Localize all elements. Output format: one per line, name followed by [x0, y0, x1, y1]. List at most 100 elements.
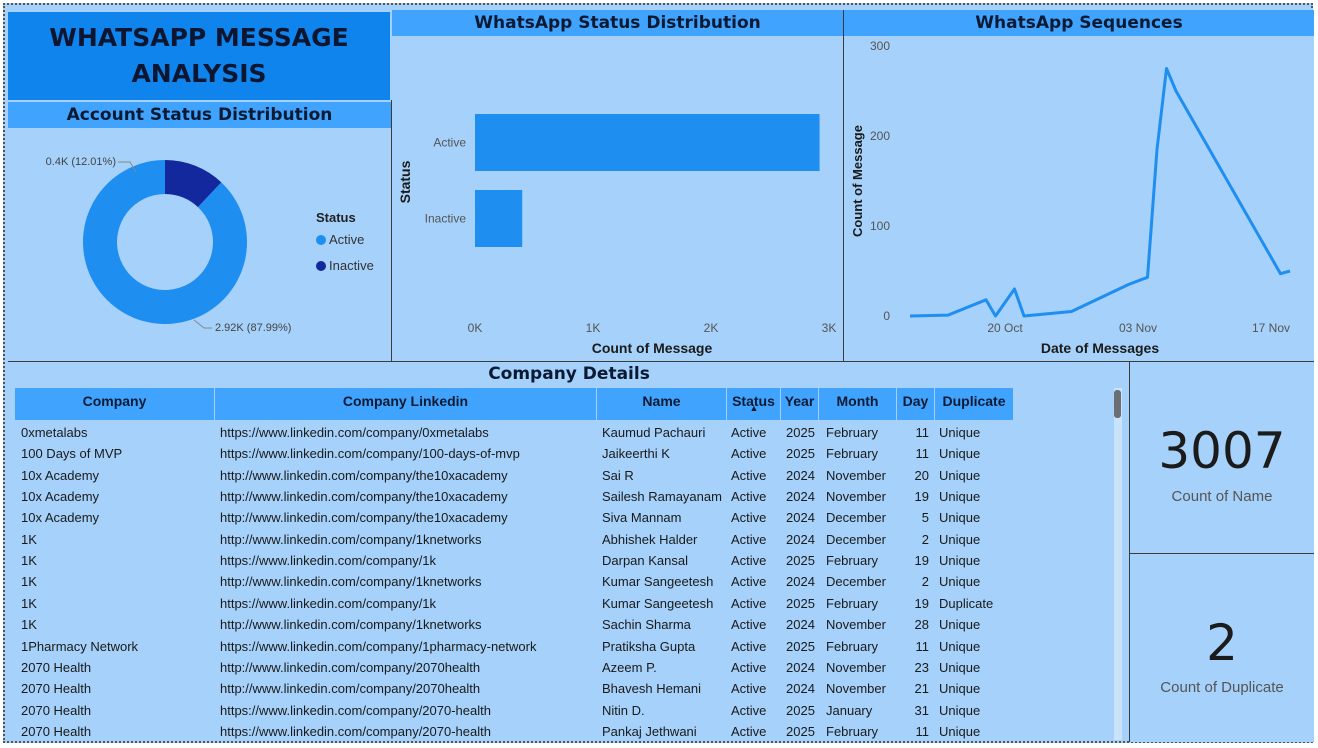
- legend-inactive-label: Inactive: [329, 258, 374, 273]
- col-day[interactable]: Day: [897, 388, 935, 420]
- col-name[interactable]: Name: [597, 388, 727, 420]
- cell-month: January: [826, 702, 873, 718]
- table-row[interactable]: 1Pharmacy Network https://www.linkedin.co…: [15, 636, 1015, 657]
- col-status[interactable]: Status ▲: [727, 388, 781, 420]
- cell-status: Active: [731, 467, 767, 483]
- cell-month: November: [826, 681, 886, 697]
- table-row[interactable]: 2070 Health http://www.linkedin.com/compa…: [15, 678, 1015, 699]
- cell-name: Kumar Sangeetesh: [602, 574, 714, 590]
- table-scrollbar[interactable]: [1114, 388, 1122, 740]
- col-company-linkedin[interactable]: Company Linkedin: [215, 388, 597, 420]
- bar-chart[interactable]: Active Inactive 0K 1K 2K 3K Count of Message St…: [392, 36, 842, 360]
- kpi-count-of-name[interactable]: 3007 Count of Name: [1130, 362, 1314, 554]
- kpi-count-of-duplicate[interactable]: 2 Count of Duplicate: [1130, 554, 1314, 742]
- cell-year: 2024: [786, 531, 815, 547]
- table-row[interactable]: 1K http://www.linkedin.com/company/1knetw…: [15, 571, 1015, 592]
- table-row[interactable]: 1K http://www.linkedin.com/company/1knetw…: [15, 529, 1015, 550]
- x-tick-label: 20 Oct: [987, 321, 1023, 335]
- legend-item-inactive[interactable]: Inactive: [316, 258, 374, 273]
- status-distribution-panel[interactable]: WhatsApp Status Distribution Active Inact…: [392, 10, 844, 362]
- sequences-panel[interactable]: WhatsApp Sequences 0 100 200 300 20 Oct 03 No…: [844, 10, 1314, 362]
- cell-day: 19: [914, 489, 929, 505]
- cell-day: 11: [915, 425, 930, 440]
- line-series[interactable]: [909, 67, 1291, 318]
- bar-inactive[interactable]: [475, 190, 523, 247]
- cell-name: Siva Mannam: [602, 510, 682, 526]
- cell-year: 2024: [786, 617, 815, 633]
- table-row[interactable]: 1K https://www.linkedin.com/company/1k Dar…: [15, 550, 1015, 571]
- table-row[interactable]: 1K http://www.linkedin.com/company/1knetw…: [15, 614, 1015, 635]
- cell-company: 2070 Health: [21, 723, 92, 739]
- legend-inactive-swatch: [316, 260, 326, 271]
- cell-duplicate: Duplicate: [939, 595, 994, 611]
- cell-duplicate: Unique: [939, 723, 981, 739]
- cell-status: Active: [731, 574, 767, 590]
- y-tick-label: 100: [870, 219, 890, 233]
- cell-duplicate: Unique: [939, 553, 981, 569]
- col-month[interactable]: Month: [819, 388, 897, 420]
- leader-line-active: [193, 319, 212, 329]
- cell-company: 1Pharmacy Network: [21, 638, 139, 654]
- x-tick-label: 0K: [468, 321, 483, 335]
- cell-company: 1K: [21, 617, 37, 633]
- x-axis-title: Date of Messages: [1041, 340, 1159, 356]
- cell-year: 2025: [786, 638, 815, 654]
- table-row[interactable]: 10x Academy http://www.linkedin.com/compa…: [15, 465, 1015, 486]
- account-status-title: Account Status Distribution: [8, 102, 391, 128]
- cell-company: 10x Academy: [21, 489, 100, 505]
- cell-day: 21: [914, 681, 929, 697]
- cell-duplicate: Unique: [939, 446, 981, 462]
- cell-name: Pratiksha Gupta: [602, 638, 696, 654]
- legend-active-swatch: [316, 234, 326, 245]
- table-row[interactable]: 10x Academy http://www.linkedin.com/compa…: [15, 507, 1015, 528]
- cell-month: February: [826, 446, 879, 462]
- report-title-line-2: ANALYSIS: [131, 59, 267, 88]
- cell-day: 11: [915, 638, 930, 654]
- cell-linkedin: http://www.linkedin.com/company/1knetwor…: [220, 531, 482, 547]
- cell-linkedin: https://www.linkedin.com/company/0xmetal…: [220, 425, 489, 440]
- cell-linkedin: http://www.linkedin.com/company/2070heal…: [220, 681, 481, 697]
- donut-slice-active[interactable]: [82, 160, 248, 324]
- table-row[interactable]: 0xmetalabs https://www.linkedin.com/compa…: [15, 422, 1015, 443]
- cell-status: Active: [731, 659, 767, 675]
- cell-status: Active: [731, 510, 767, 526]
- bar-active[interactable]: [475, 114, 820, 171]
- cell-day: 20: [914, 467, 929, 483]
- table-row[interactable]: 100 Days of MVP https://www.linkedin.com/…: [15, 443, 1015, 464]
- line-chart[interactable]: 0 100 200 300 20 Oct 03 Nov 17 Nov Date of Mess…: [844, 36, 1310, 360]
- account-status-panel[interactable]: Account Status Distribution 0.4K (12.01%…: [8, 100, 392, 362]
- cell-status: Active: [731, 638, 767, 654]
- table-row[interactable]: 10x Academy http://www.linkedin.com/compa…: [15, 486, 1015, 507]
- cell-year: 2025: [786, 595, 815, 611]
- table-row[interactable]: 2070 Health http://www.linkedin.com/compa…: [15, 657, 1015, 678]
- label-active: 2.92K (87.99%): [215, 322, 291, 334]
- cell-duplicate: Unique: [939, 702, 981, 718]
- cell-month: February: [826, 595, 879, 611]
- x-tick-label: 03 Nov: [1119, 321, 1157, 335]
- cell-duplicate: Unique: [939, 467, 981, 483]
- col-year[interactable]: Year: [781, 388, 819, 420]
- col-duplicate[interactable]: Duplicate: [935, 388, 1013, 420]
- legend-title: Status: [316, 210, 356, 225]
- cell-duplicate: Unique: [939, 617, 981, 633]
- sequences-title: WhatsApp Sequences: [844, 10, 1314, 36]
- table-row[interactable]: 2070 Health https://www.linkedin.com/comp…: [15, 721, 1015, 742]
- cell-duplicate: Unique: [939, 531, 981, 547]
- cell-day: 28: [914, 617, 929, 633]
- x-tick-label: 17 Nov: [1252, 321, 1290, 335]
- cell-linkedin: https://www.linkedin.com/company/2070-he…: [220, 702, 491, 718]
- table-scrollbar-thumb[interactable]: [1114, 390, 1121, 418]
- cell-name: Darpan Kansal: [602, 553, 688, 569]
- col-company[interactable]: Company: [15, 388, 215, 420]
- table-row[interactable]: 1K https://www.linkedin.com/company/1k Kum…: [15, 593, 1015, 614]
- legend-item-active[interactable]: Active: [316, 232, 364, 247]
- cell-year: 2024: [786, 681, 815, 697]
- category-label: Active: [433, 136, 466, 150]
- cell-company: 1K: [21, 553, 37, 569]
- cell-month: November: [826, 659, 886, 675]
- cell-name: Sailesh Ramayanam: [602, 489, 722, 505]
- cell-year: 2025: [786, 723, 815, 739]
- report-title: WHATSAPP MESSAGE ANALYSIS: [8, 12, 390, 100]
- table-row[interactable]: 2070 Health https://www.linkedin.com/comp…: [15, 700, 1015, 721]
- cell-year: 2025: [786, 702, 815, 718]
